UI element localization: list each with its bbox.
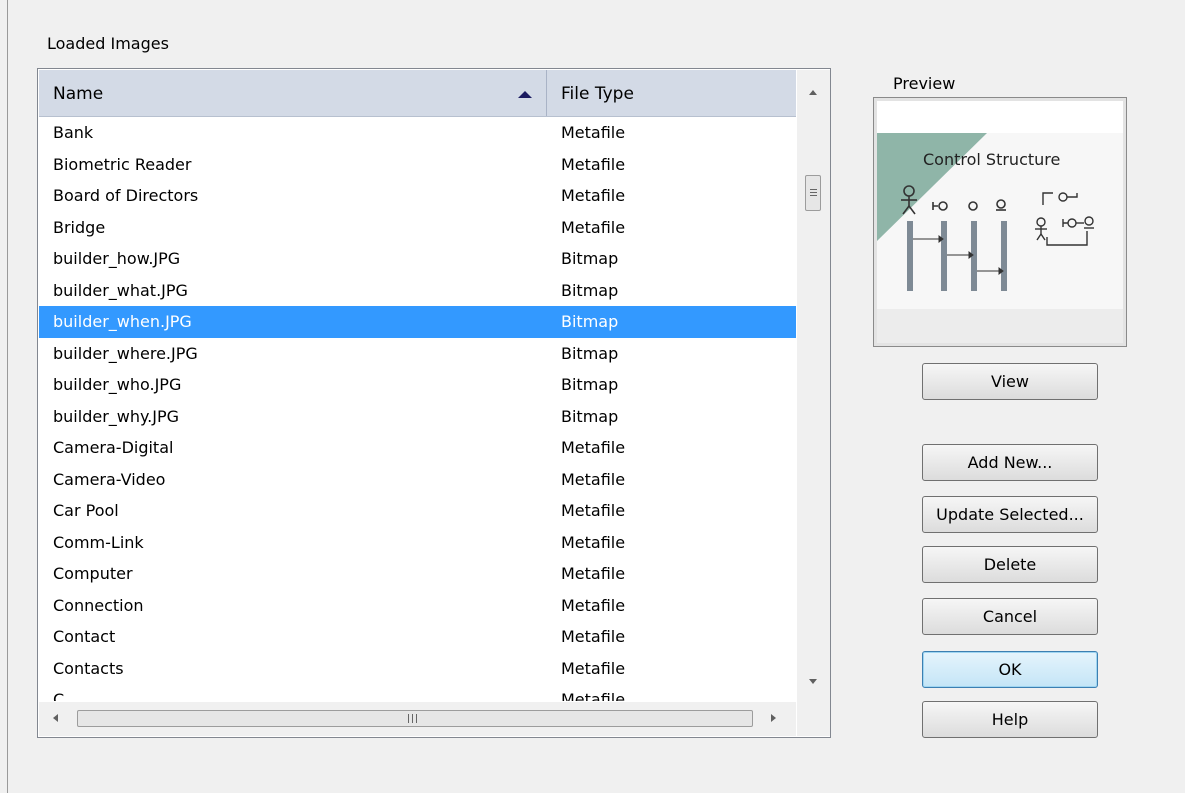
row-name: Bridge bbox=[53, 217, 106, 237]
row-file-type: Metafile bbox=[561, 469, 626, 489]
horizontal-scroll-thumb[interactable] bbox=[77, 710, 753, 727]
preview-title: Control Structure bbox=[923, 150, 1060, 169]
list-row[interactable]: Contact Metafile bbox=[39, 621, 796, 653]
list-rows: Bank Metafile Biometric Reader Metafile Boar… bbox=[39, 117, 796, 701]
list-row[interactable]: Camera-Digital Metafile bbox=[39, 432, 796, 464]
row-file-type: Metafile bbox=[561, 658, 626, 678]
list-row[interactable]: builder_where.JPG Bitmap bbox=[39, 338, 796, 370]
scrollbar-corner bbox=[797, 702, 830, 736]
ok-button[interactable]: OK bbox=[922, 651, 1098, 688]
row-name: Contacts bbox=[53, 658, 124, 678]
column-divider[interactable] bbox=[546, 70, 547, 116]
list-row[interactable]: builder_why.JPG Bitmap bbox=[39, 401, 796, 433]
add-new-button[interactable]: Add New... bbox=[922, 444, 1098, 481]
grip-icon bbox=[810, 189, 817, 196]
list-row[interactable]: Bridge Metafile bbox=[39, 212, 796, 244]
vertical-scroll-thumb[interactable] bbox=[805, 175, 821, 211]
row-name: builder_what.JPG bbox=[53, 280, 188, 300]
row-name: builder_why.JPG bbox=[53, 406, 180, 426]
row-name: builder_when.JPG bbox=[53, 312, 192, 331]
list-row[interactable]: builder_how.JPG Bitmap bbox=[39, 243, 796, 275]
horizontal-scrollbar[interactable] bbox=[39, 702, 796, 736]
cancel-button[interactable]: Cancel bbox=[922, 598, 1098, 635]
list-row[interactable]: Board of Directors Metafile bbox=[39, 180, 796, 212]
help-button[interactable]: Help bbox=[922, 701, 1098, 738]
scroll-right-icon[interactable] bbox=[771, 714, 776, 722]
row-file-type: Metafile bbox=[561, 217, 626, 237]
list-row[interactable]: Camera-Video Metafile bbox=[39, 464, 796, 496]
list-row[interactable]: Bank Metafile bbox=[39, 117, 796, 149]
row-name: Car Pool bbox=[53, 501, 119, 520]
list-row[interactable]: builder_what.JPG Bitmap bbox=[39, 275, 796, 307]
row-file-type: Metafile bbox=[561, 186, 626, 205]
row-file-type: Metafile bbox=[561, 154, 626, 174]
list-row[interactable]: Connection Metafile bbox=[39, 590, 796, 622]
vertical-scrollbar[interactable] bbox=[797, 70, 830, 702]
list-row[interactable]: Comm-Link Metafile bbox=[39, 527, 796, 559]
scroll-left-icon[interactable] bbox=[53, 714, 58, 722]
sort-ascending-icon bbox=[518, 91, 532, 98]
list-row[interactable]: Contacts Metafile bbox=[39, 653, 796, 685]
row-file-type: Bitmap bbox=[561, 343, 619, 363]
update-selected-button[interactable]: Update Selected... bbox=[922, 496, 1098, 533]
loaded-images-list[interactable]: Name File Type Bank Metafile Biometric Rea… bbox=[37, 68, 831, 738]
list-row[interactable]: builder_when.JPG Bitmap bbox=[39, 306, 796, 338]
list-header: Name File Type bbox=[39, 70, 796, 117]
delete-button[interactable]: Delete bbox=[922, 546, 1098, 583]
row-name: Contact bbox=[53, 627, 116, 646]
loaded-images-label: Loaded Images bbox=[47, 34, 169, 53]
row-name: builder_where.JPG bbox=[53, 343, 198, 363]
dialog-left-border bbox=[7, 0, 8, 793]
preview-label: Preview bbox=[893, 74, 956, 93]
row-name: Bank bbox=[53, 123, 94, 142]
column-header-name[interactable]: Name bbox=[53, 70, 103, 116]
row-name: Computer bbox=[53, 564, 133, 583]
row-name: Camera-Digital bbox=[53, 438, 174, 457]
row-name: builder_how.JPG bbox=[53, 249, 181, 268]
row-file-type: Metafile bbox=[561, 564, 626, 583]
grip-icon bbox=[408, 714, 417, 723]
row-file-type: Metafile bbox=[561, 123, 626, 142]
row-name: Biometric Reader bbox=[53, 154, 192, 174]
row-file-type: Metafile bbox=[561, 627, 626, 646]
preview-diagram: Control Structure bbox=[877, 101, 1123, 343]
list-row[interactable]: builder_who.JPG Bitmap bbox=[39, 369, 796, 401]
row-name: builder_who.JPG bbox=[53, 375, 182, 394]
row-name: C... bbox=[53, 690, 80, 701]
list-row[interactable]: C... Metafile bbox=[39, 684, 796, 701]
preview-image: Control Structure bbox=[873, 97, 1127, 347]
row-file-type: Bitmap bbox=[561, 280, 619, 300]
row-file-type: Bitmap bbox=[561, 312, 619, 331]
row-name: Camera-Video bbox=[53, 469, 166, 489]
row-file-type: Bitmap bbox=[561, 375, 619, 394]
scroll-down-icon[interactable] bbox=[809, 679, 817, 684]
row-file-type: Metafile bbox=[561, 532, 626, 552]
row-file-type: Metafile bbox=[561, 690, 626, 701]
row-file-type: Bitmap bbox=[561, 406, 619, 426]
row-file-type: Metafile bbox=[561, 595, 626, 615]
list-row[interactable]: Computer Metafile bbox=[39, 558, 796, 590]
scroll-up-icon[interactable] bbox=[809, 90, 817, 95]
row-file-type: Metafile bbox=[561, 501, 626, 520]
row-name: Comm-Link bbox=[53, 532, 144, 552]
row-name: Board of Directors bbox=[53, 186, 199, 205]
row-file-type: Metafile bbox=[561, 438, 626, 457]
list-row[interactable]: Biometric Reader Metafile bbox=[39, 149, 796, 181]
row-file-type: Bitmap bbox=[561, 249, 619, 268]
column-header-file-type[interactable]: File Type bbox=[561, 70, 634, 116]
list-row[interactable]: Car Pool Metafile bbox=[39, 495, 796, 527]
view-button[interactable]: View bbox=[922, 363, 1098, 400]
row-name: Connection bbox=[53, 595, 144, 615]
